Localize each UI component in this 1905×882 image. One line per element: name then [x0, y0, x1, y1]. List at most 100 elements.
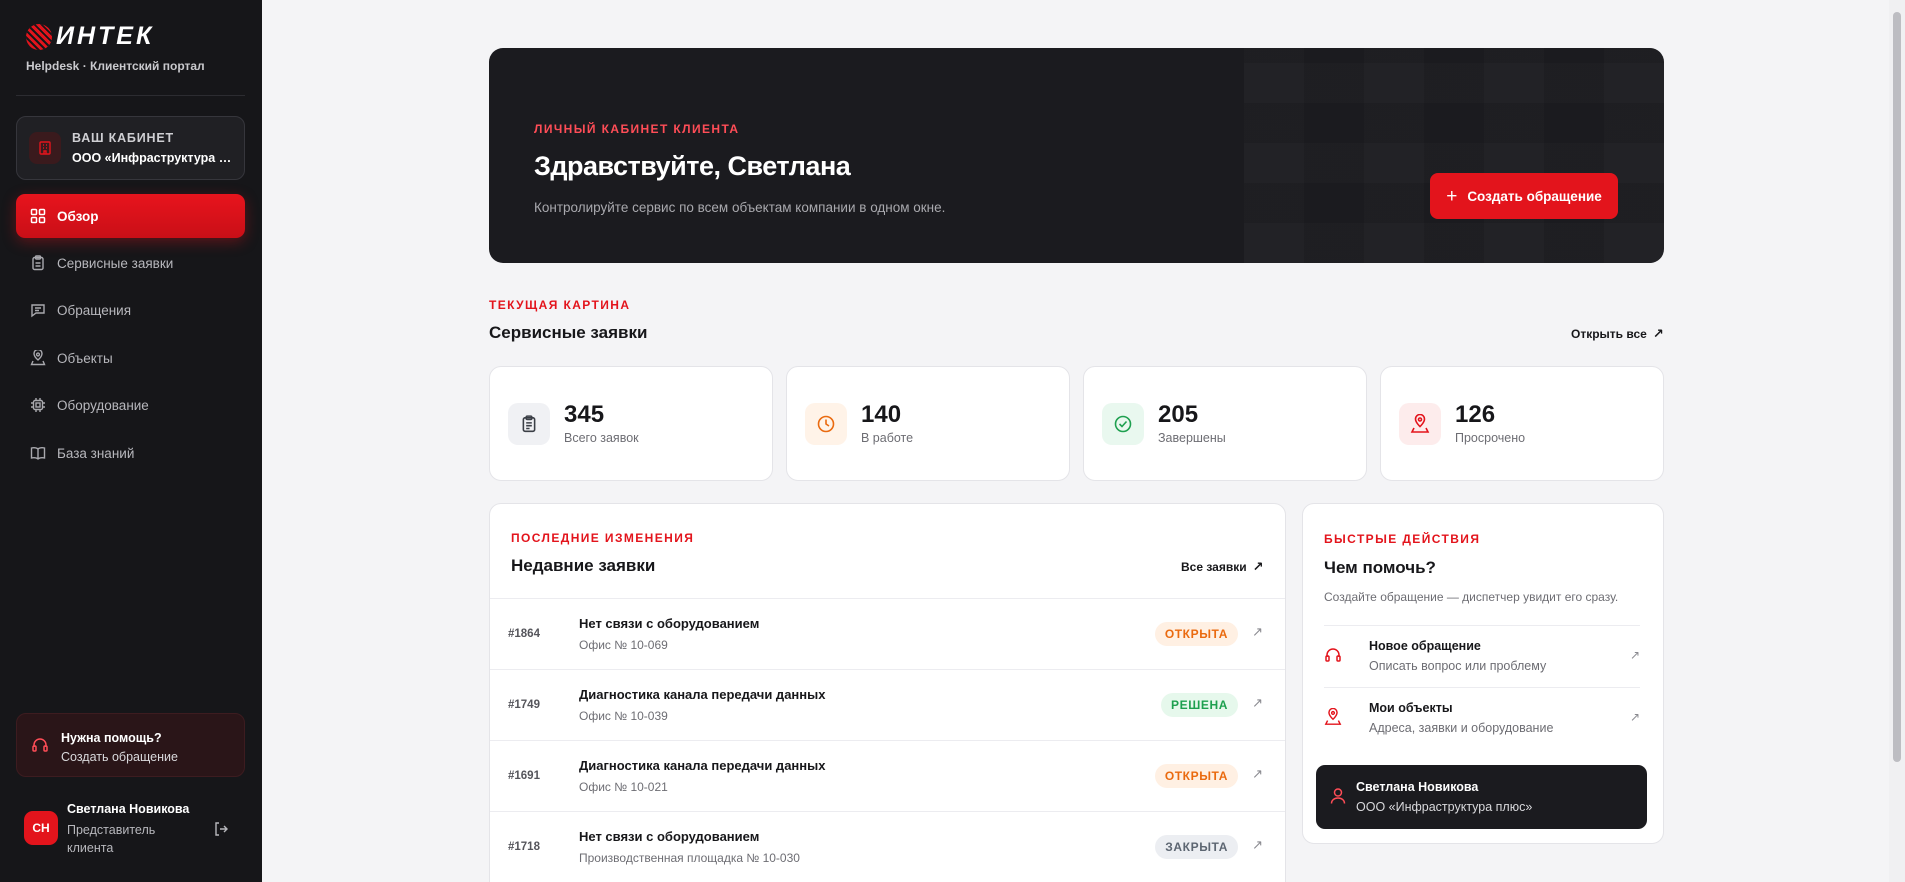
request-location: Производственная площадка № 10-030 — [579, 851, 800, 865]
help-title: Нужна помощь? — [61, 731, 162, 745]
request-location: Офис № 10-021 — [579, 780, 668, 794]
scrollbar-thumb[interactable] — [1893, 12, 1901, 762]
hero-subtitle: Контролируйте сервис по всем объектам ко… — [534, 200, 946, 215]
sidebar-item-label: Объекты — [57, 350, 113, 366]
open-request-icon[interactable]: ↗ — [1252, 695, 1263, 711]
sidebar-item-overview[interactable]: Обзор — [16, 194, 245, 238]
headset-icon — [31, 736, 49, 759]
alert-pin-icon — [1399, 403, 1441, 445]
sidebar-item-label: Обращения — [57, 302, 132, 318]
service-title: Сервисные заявки — [489, 323, 648, 342]
hero-banner: ЛИЧНЫЙ КАБИНЕТ КЛИЕНТА Здравствуйте, Све… — [489, 48, 1664, 263]
clock-icon — [805, 403, 847, 445]
profile-name: Светлана Новикова — [1356, 780, 1479, 794]
request-location: Офис № 10-039 — [579, 709, 668, 723]
avatar[interactable]: СН — [24, 811, 58, 845]
create-ticket-label: Создать обращение — [1467, 188, 1602, 204]
hero-eyebrow: ЛИЧНЫЙ КАБИНЕТ КЛИЕНТА — [534, 122, 740, 136]
sidebar-item-knowledge-base[interactable]: База знаний — [16, 431, 245, 475]
open-request-icon[interactable]: ↗ — [1252, 624, 1263, 640]
status-badge: ЗАКРЫТА — [1155, 835, 1238, 859]
stat-label: Просрочено — [1455, 431, 1526, 445]
sidebar-item-label: Оборудование — [57, 397, 149, 413]
stat-card-in-progress[interactable]: 140 В работе — [786, 366, 1070, 481]
request-title: Диагностика канала передачи данных — [579, 687, 826, 702]
sidebar: ИНТЕК Helpdesk · Клиентский портал ВАШ К… — [0, 0, 262, 882]
request-id: #1749 — [508, 699, 540, 711]
profile-card[interactable]: Светлана Новикова ООО «Инфраструктура пл… — [1316, 765, 1647, 829]
logo-mark-icon — [26, 23, 52, 50]
plus-icon: + — [1446, 185, 1458, 207]
sidebar-item-tickets[interactable]: Обращения — [16, 288, 245, 332]
action-subtitle: Адреса, заявки и оборудование — [1369, 721, 1554, 735]
help-subtitle: Создать обращение — [61, 750, 178, 764]
status-badge: ОТКРЫТА — [1154, 622, 1238, 646]
stat-value: 345 — [564, 401, 605, 428]
request-title: Нет связи с оборудованием — [579, 616, 760, 631]
sidebar-item-objects[interactable]: Объекты — [16, 336, 245, 380]
stat-card-total[interactable]: 345 Всего заявок — [489, 366, 773, 481]
sidebar-item-label: Обзор — [57, 208, 99, 224]
stat-value: 126 — [1455, 401, 1496, 428]
arrow-up-right-icon: ↗ — [1629, 648, 1640, 662]
sidebar-item-service-requests[interactable]: Сервисные заявки — [16, 241, 245, 285]
my-objects-action[interactable]: Мои объекты Адреса, заявки и оборудовани… — [1324, 687, 1640, 749]
action-title: Мои объекты — [1369, 701, 1453, 715]
user-icon — [1330, 787, 1346, 810]
recent-requests-card: ПОСЛЕДНИЕ ИЗМЕНЕНИЯ Недавние заявки Все … — [489, 503, 1286, 882]
grid-icon — [29, 207, 47, 225]
stat-label: Завершены — [1158, 431, 1226, 445]
cabinet-org: ООО «Инфраструктура плюс» — [72, 151, 237, 165]
user-profile: СН Светлана Новикова Представитель клиен… — [16, 800, 245, 860]
stat-value: 205 — [1158, 401, 1199, 428]
profile-org: ООО «Инфраструктура плюс» — [1356, 800, 1533, 814]
request-title: Диагностика канала передачи данных — [579, 758, 826, 773]
stat-card-completed[interactable]: 205 Завершены — [1083, 366, 1367, 481]
sidebar-item-label: База знаний — [57, 445, 135, 461]
action-subtitle: Описать вопрос или проблему — [1369, 659, 1547, 673]
logout-icon[interactable] — [210, 818, 232, 840]
user-role: Представитель клиента — [67, 823, 156, 855]
help-card[interactable]: Нужна помощь? Создать обращение — [16, 713, 245, 777]
new-ticket-action[interactable]: Новое обращение Описать вопрос или пробл… — [1324, 625, 1640, 687]
brand-logo[interactable]: ИНТЕК — [26, 22, 154, 51]
recent-eyebrow: ПОСЛЕДНИЕ ИЗМЕНЕНИЯ — [511, 531, 695, 545]
recent-title: Недавние заявки — [511, 556, 656, 575]
book-icon — [29, 444, 47, 462]
request-id: #1718 — [508, 841, 540, 853]
check-circle-icon — [1102, 403, 1144, 445]
all-requests-label: Все заявки — [1181, 560, 1247, 574]
stat-card-overdue[interactable]: 126 Просрочено — [1380, 366, 1664, 481]
building-icon — [29, 132, 61, 164]
headset-icon — [1324, 646, 1342, 669]
sidebar-item-equipment[interactable]: Оборудование — [16, 383, 245, 427]
open-all-label: Открыть все — [1571, 327, 1647, 341]
table-row[interactable]: #1691 Диагностика канала передачи данных… — [490, 740, 1285, 811]
table-row[interactable]: #1749 Диагностика канала передачи данных… — [490, 669, 1285, 740]
map-pin-icon — [1324, 707, 1342, 731]
stat-label: В работе — [861, 431, 914, 445]
brand-subtitle: Helpdesk · Клиентский портал — [26, 59, 205, 73]
message-icon — [29, 301, 47, 319]
request-location: Офис № 10-069 — [579, 638, 668, 652]
table-row[interactable]: #1864 Нет связи с оборудованием Офис № 1… — [490, 598, 1285, 669]
cabinet-card[interactable]: ВАШ КАБИНЕТ ООО «Инфраструктура плюс» — [16, 116, 245, 180]
open-request-icon[interactable]: ↗ — [1252, 766, 1263, 782]
map-pin-icon — [29, 349, 47, 367]
request-title: Нет связи с оборудованием — [579, 829, 760, 844]
stat-label: Всего заявок — [564, 431, 639, 445]
sidebar-divider — [16, 95, 245, 96]
status-badge: ОТКРЫТА — [1154, 764, 1238, 788]
quick-eyebrow: БЫСТРЫЕ ДЕЙСТВИЯ — [1324, 532, 1481, 546]
table-row[interactable]: #1718 Нет связи с оборудованием Производ… — [490, 811, 1285, 882]
arrow-up-right-icon: ↗ — [1652, 326, 1664, 341]
open-request-icon[interactable]: ↗ — [1252, 837, 1263, 853]
quick-subtitle: Создайте обращение — диспетчер увидит ег… — [1324, 590, 1619, 604]
request-id: #1691 — [508, 770, 540, 782]
all-requests-link[interactable]: Все заявки ↗ — [1181, 559, 1264, 575]
create-ticket-button[interactable]: + Создать обращение — [1430, 173, 1618, 219]
scrollbar[interactable] — [1889, 0, 1905, 882]
stat-value: 140 — [861, 401, 902, 428]
status-badge: РЕШЕНА — [1160, 693, 1238, 717]
open-all-link[interactable]: Открыть все ↗ — [1571, 326, 1664, 342]
